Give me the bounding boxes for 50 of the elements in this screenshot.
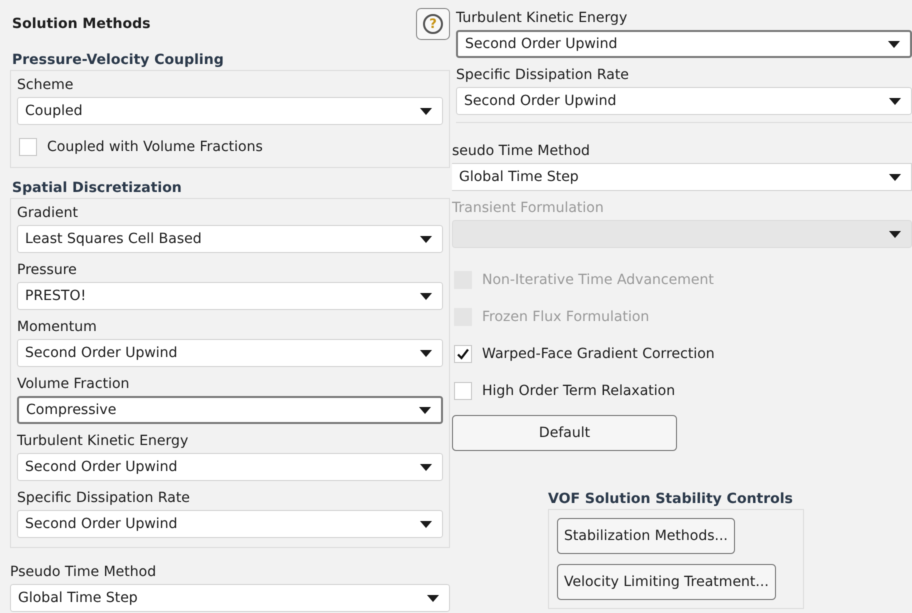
caret-icon [420, 236, 432, 242]
dialog-button[interactable]: Stabilization Methods... [557, 518, 735, 554]
dropdown[interactable]: Second Order Upwind [456, 87, 912, 115]
dropdown[interactable]: Compressive [17, 396, 443, 424]
dropdown[interactable]: Second Order Upwind [17, 453, 443, 481]
field-label: Scheme [17, 76, 74, 95]
field-label: Pseudo Time Method [10, 563, 158, 582]
checkbox-label: Non-Iterative Time Advancement [482, 272, 714, 288]
field-label: seudo Time Method [452, 142, 591, 161]
caret-icon [889, 174, 901, 180]
section-heading: VOF Solution Stability Controls [548, 491, 793, 507]
checkbox-label: Frozen Flux Formulation [482, 308, 650, 324]
checkbox[interactable] [454, 382, 472, 400]
checkbox-label: Warped-Face Gradient Correction [482, 346, 715, 362]
caret-icon [420, 350, 432, 356]
caret-icon [420, 292, 432, 300]
dropdown[interactable]: Least Squares Cell Based [17, 225, 443, 253]
field-label: Volume Fraction [17, 375, 130, 394]
dropdown[interactable]: Global Time Step [452, 163, 912, 191]
caret-icon [420, 464, 432, 470]
checkbox[interactable] [19, 138, 37, 156]
field-label: Specific Dissipation Rate [456, 66, 630, 85]
dropdown[interactable]: Second Order Upwind [17, 510, 443, 538]
panel-title: Solution Methods [12, 16, 150, 32]
caret-icon [888, 40, 900, 48]
dropdown[interactable]: PRESTO! [17, 282, 443, 310]
dialog-button[interactable]: Velocity Limiting Treatment... [557, 564, 776, 600]
caret-icon [427, 594, 439, 602]
caret-icon [420, 520, 432, 528]
field-label: Transient Formulation [452, 199, 605, 218]
dropdown[interactable]: Second Order Upwind [456, 30, 912, 58]
checkbox-label: Coupled with Volume Fractions [47, 138, 263, 154]
checkbox[interactable] [454, 344, 472, 362]
section-heading: Pressure-Velocity Coupling [12, 52, 225, 68]
checkbox-label: High Order Term Relaxation [482, 382, 676, 398]
field-label: Turbulent Kinetic Energy [456, 9, 628, 28]
dropdown[interactable]: Global Time Step [10, 584, 450, 612]
field-label: Specific Dissipation Rate [17, 489, 191, 508]
field-label: Pressure [17, 261, 78, 280]
caret-icon [419, 406, 431, 414]
dropdown[interactable]: Coupled [17, 97, 443, 125]
field-label: Turbulent Kinetic Energy [17, 432, 190, 451]
default-button[interactable]: Default [452, 415, 677, 451]
dropdown[interactable]: Second Order Upwind [17, 339, 443, 367]
field-label: Gradient [17, 204, 79, 223]
caret-icon [889, 230, 901, 238]
caret-icon [420, 108, 432, 114]
section-heading: Spatial Discretization [12, 180, 183, 196]
caret-icon [889, 98, 901, 104]
field-label: Momentum [17, 318, 98, 337]
